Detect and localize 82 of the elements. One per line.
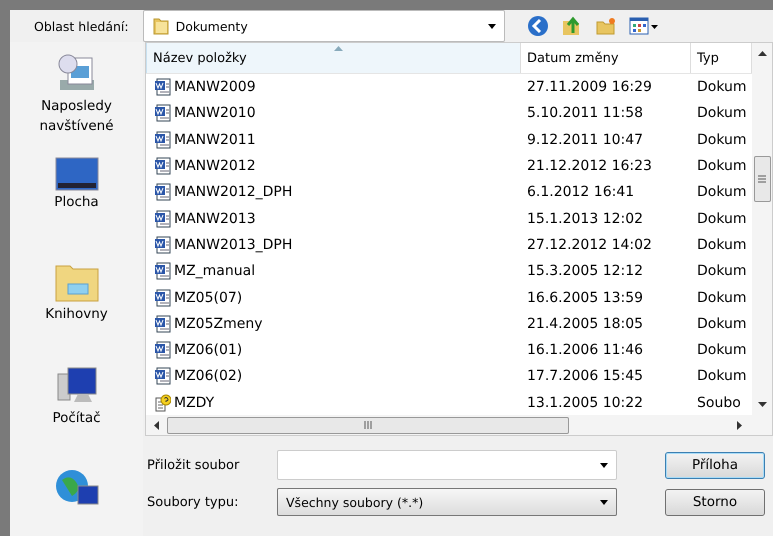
folder-icon (152, 16, 170, 36)
document-icon (154, 288, 171, 307)
date-cell-text: 17.7.2006 15:45 (526, 368, 644, 384)
type-cell-text: Dokum (696, 105, 748, 122)
document-icon (154, 236, 171, 254)
date-cell-text: 5.10.2011 11:58 (526, 105, 644, 122)
document-icon (154, 210, 171, 228)
file-type-dropdown[interactable]: Všechny soubory (*.*) (277, 488, 617, 516)
document-icon (154, 262, 171, 280)
horizontal-scrollbar[interactable] (145, 415, 773, 436)
file-name[interactable]: MZ06(01) (174, 342, 242, 358)
type-cell-text: Dokum (696, 236, 748, 253)
file-name-field[interactable] (277, 450, 617, 480)
type-cell-text: Dokum (696, 368, 748, 384)
document-icon (154, 314, 171, 333)
back-icon[interactable] (526, 15, 549, 37)
type-cell-text: Dokum (696, 158, 748, 174)
type-cell-text: Dokum (696, 342, 748, 358)
file-name[interactable]: MZ05Zmeny (174, 316, 262, 332)
date-cell-text: 6.1.2012 16:41 (526, 184, 636, 200)
column-header[interactable]: Datum změny (521, 43, 691, 73)
type-cell-text: Dokum (696, 184, 748, 200)
document-icon (154, 78, 171, 96)
view-menu-icon[interactable] (628, 15, 659, 37)
place-label[interactable]: Plocha (26, 192, 126, 212)
scroll-thumb[interactable] (754, 156, 770, 202)
date-cell-text: 21.12.2012 16:23 (526, 158, 653, 174)
type-cell-text: Dokum (696, 132, 748, 148)
caret-icon (600, 462, 608, 468)
file-name[interactable]: MZ_manual (174, 263, 256, 280)
place-label[interactable]: Knihovny (26, 304, 126, 324)
file-name[interactable]: MANW2011 (174, 132, 256, 148)
document-icon (154, 341, 171, 360)
date-cell-text: 27.12.2012 14:02 (526, 236, 653, 253)
place-label[interactable]: Počítač (26, 408, 126, 428)
date-cell-text: 15.3.2005 12:12 (526, 263, 644, 280)
file-name[interactable]: MZ05(07) (174, 290, 242, 306)
file-name[interactable]: MANW2012_DPH (174, 184, 292, 200)
document-icon (154, 130, 171, 149)
date-cell-text: 15.1.2013 12:02 (526, 210, 644, 227)
document-icon (154, 367, 171, 386)
column-header[interactable]: Název položky (146, 43, 521, 73)
date-cell-text: 16.1.2006 11:46 (526, 342, 644, 358)
attach-button[interactable]: Příloha (665, 452, 765, 478)
type-cell-text: Soubo (696, 394, 742, 411)
file-name[interactable]: MANW2009 (174, 79, 256, 96)
date-cell-text: 27.11.2009 16:29 (526, 79, 653, 96)
file-name[interactable]: MANW2013_DPH (174, 236, 292, 253)
scroll-up-icon[interactable] (758, 51, 766, 56)
type-cell-text: Dokum (696, 79, 748, 96)
cancel-button[interactable]: Storno (665, 488, 765, 516)
file-name[interactable]: MZDY (174, 394, 214, 411)
date-cell-text: 21.4.2005 18:05 (526, 316, 644, 332)
scroll-down-icon[interactable] (758, 402, 766, 407)
date-cell-text: 16.6.2005 13:59 (526, 290, 644, 306)
look-in-label: Oblast hledání: (34, 18, 129, 34)
scroll-thumb[interactable] (167, 416, 569, 434)
file-name[interactable]: MZ06(02) (174, 368, 242, 384)
document-icon (154, 183, 171, 202)
type-cell-text: Dokum (696, 290, 748, 306)
caret-icon (600, 500, 608, 504)
scroll-right-icon[interactable] (737, 420, 742, 430)
sort-arrow-icon (334, 46, 342, 51)
vertical-scrollbar[interactable] (752, 43, 772, 415)
type-cell-text: Dokum (696, 263, 748, 280)
type-cell-text: Dokum (696, 210, 748, 227)
date-cell-text: 9.12.2011 10:47 (526, 132, 644, 148)
file-name-label: Přiložit soubor (147, 458, 240, 472)
type-cell-text: Dokum (696, 316, 748, 332)
file-name[interactable]: MANW2010 (174, 105, 256, 122)
date-cell-text: 13.1.2005 10:22 (526, 394, 644, 411)
file-name[interactable]: MANW2012 (174, 158, 256, 174)
file-name[interactable]: MANW2013 (174, 210, 256, 227)
document-icon (154, 104, 171, 122)
document-icon (154, 157, 171, 176)
file-type-label: Soubory typu: (147, 494, 240, 510)
unknown-file-icon (154, 394, 171, 412)
scroll-left-icon[interactable] (154, 420, 159, 430)
look-in-dropdown[interactable]: Dokumenty (142, 10, 505, 42)
caret-icon (488, 24, 496, 28)
desktop-icon[interactable] (54, 156, 100, 192)
place-label[interactable]: Naposledy navštívené (26, 96, 126, 136)
